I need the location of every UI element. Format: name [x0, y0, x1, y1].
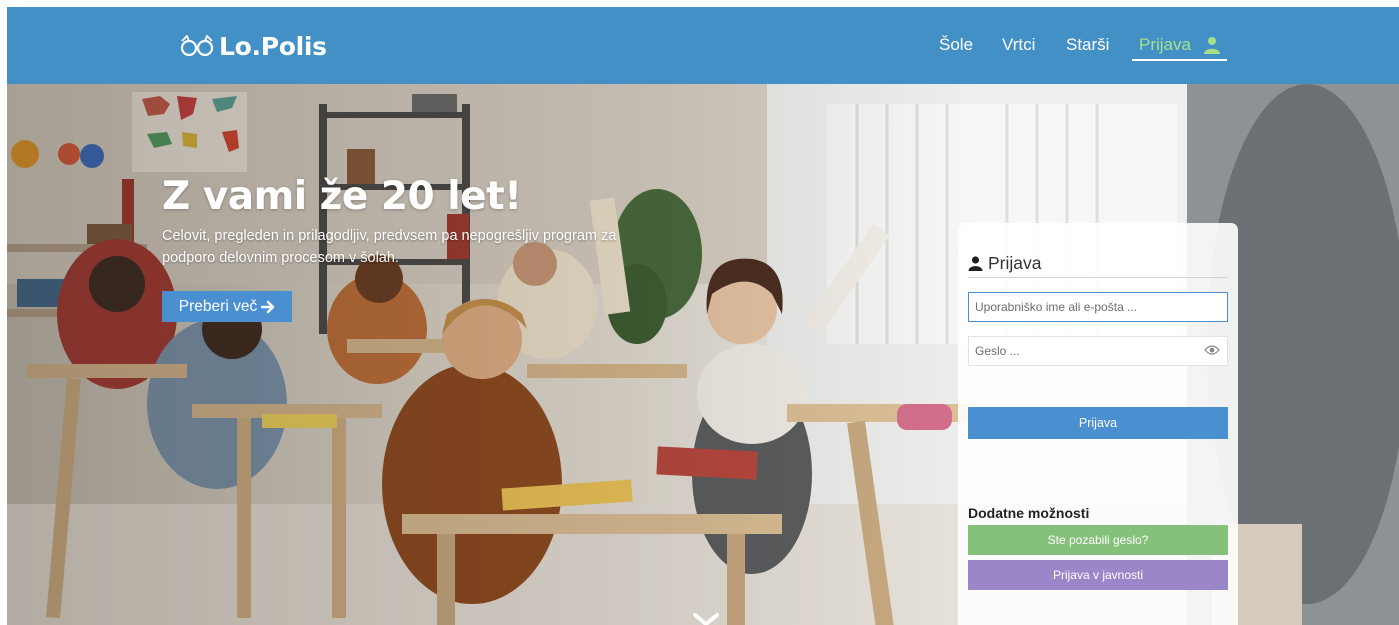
- read-more-label: Preberi več: [178, 297, 258, 315]
- nav-link-sole[interactable]: Šole: [939, 35, 973, 55]
- extra-options-title: Dodatne možnosti: [968, 505, 1090, 521]
- login-divider: [968, 277, 1228, 278]
- read-more-button[interactable]: Preberi več: [162, 291, 292, 322]
- username-input[interactable]: [968, 292, 1228, 322]
- login-card-header: Prijava: [968, 253, 1042, 274]
- logo-text: Lo.Polis: [219, 31, 327, 61]
- nav-link-vrtci[interactable]: Vrtci: [1002, 35, 1035, 55]
- eye-icon[interactable]: [1204, 344, 1220, 356]
- user-icon: [1204, 37, 1220, 54]
- nav-link-prijava[interactable]: Prijava: [1139, 35, 1191, 55]
- top-navbar: Lo.Polis Šole Vrtci Starši Prijava: [7, 7, 1399, 84]
- login-submit-button[interactable]: Prijava: [968, 407, 1228, 439]
- public-login-button[interactable]: Prijava v javnosti: [968, 560, 1228, 590]
- nav-link-starsi[interactable]: Starši: [1066, 35, 1109, 55]
- password-input[interactable]: [968, 336, 1228, 366]
- hero-section: Z vami že 20 let! Celovit, pregleden in …: [7, 84, 1399, 625]
- forgot-password-button[interactable]: Ste pozabili geslo?: [968, 525, 1228, 555]
- login-title: Prijava: [988, 253, 1042, 273]
- user-icon: [968, 256, 983, 271]
- active-nav-underline: [1132, 59, 1227, 61]
- login-card: Prijava Prijava Dodatne možnosti Ste poz…: [958, 223, 1238, 625]
- hero-title: Z vami že 20 let!: [162, 174, 522, 219]
- logo[interactable]: Lo.Polis: [179, 30, 327, 62]
- page: Lo.Polis Šole Vrtci Starši Prijava Z vam…: [7, 7, 1399, 625]
- arrow-right-icon: [261, 300, 275, 313]
- chevron-down-icon[interactable]: [693, 613, 719, 625]
- hero-subtitle: Celovit, pregleden in prilagodljiv, pred…: [162, 228, 617, 266]
- owl-logo-icon: [180, 35, 214, 57]
